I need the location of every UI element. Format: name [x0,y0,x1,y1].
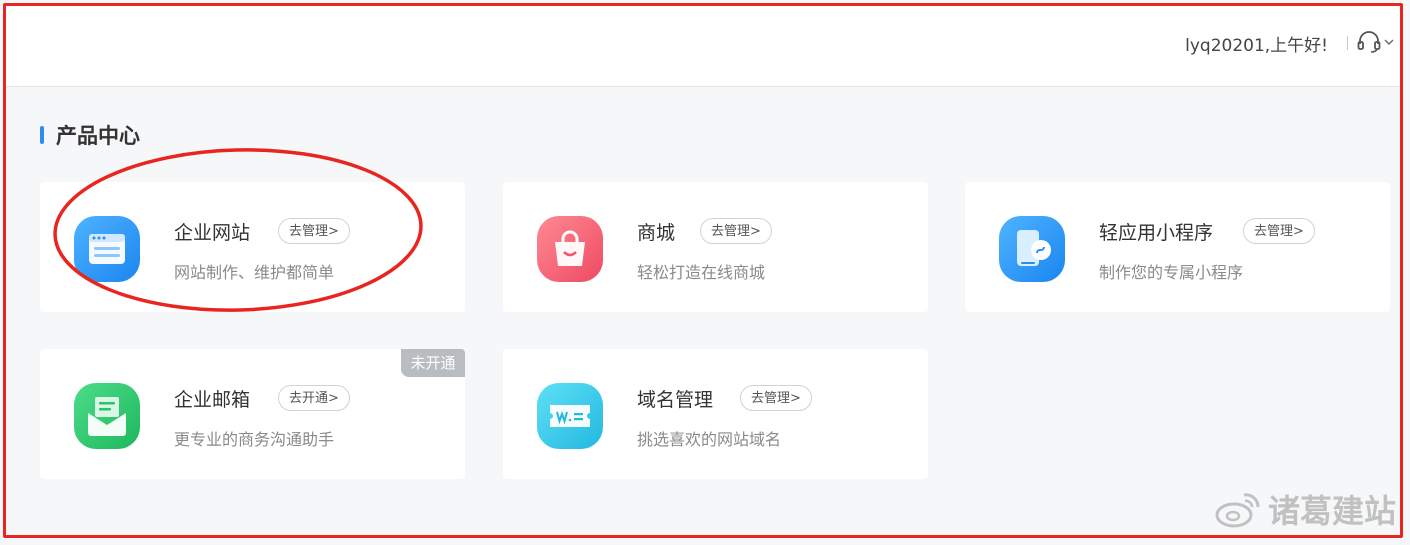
manage-button[interactable]: 去管理> [740,385,812,411]
user-greeting: lyq20201,上午好! [1185,36,1328,56]
shopping-bag-icon [537,216,603,282]
product-card-domain[interactable]: 域名管理 去管理> 挑选喜欢的网站域名 [503,349,928,479]
manage-button[interactable]: 去管理> [700,218,772,244]
product-desc: 更专业的商务沟通助手 [174,430,335,449]
status-badge: 未开通 [401,349,465,377]
watermark-text: 诸葛建站 [1267,492,1396,530]
support-menu[interactable] [1356,29,1394,55]
product-card-mail[interactable]: 企业邮箱 去开通> 更专业的商务沟通助手 未开通 [40,349,465,479]
product-name: 域名管理 [637,389,714,411]
product-card-mini-program[interactable]: 轻应用小程序 去管理> 制作您的专属小程序 [965,182,1390,312]
header-divider [1347,36,1348,50]
product-card-mall[interactable]: 商城 去管理> 轻松打造在线商城 [503,182,928,312]
product-name: 商城 [637,222,676,244]
product-desc: 轻松打造在线商城 [637,263,766,282]
headset-icon [1357,31,1381,53]
manage-button[interactable]: 去管理> [1243,218,1315,244]
product-desc: 挑选喜欢的网站域名 [637,430,782,449]
annotation-circle [53,148,423,312]
activate-button[interactable]: 去开通> [278,385,350,411]
mail-icon [74,383,140,449]
domain-icon [537,383,603,449]
weibo-icon [1215,493,1260,528]
chevron-down-icon [1384,39,1394,45]
title-accent-bar [40,126,44,144]
mini-program-icon [999,216,1065,282]
watermark: 诸葛建站 [1214,486,1396,532]
product-desc: 制作您的专属小程序 [1099,263,1244,282]
top-header: lyq20201,上午好! [6,6,1400,87]
product-name: 企业邮箱 [174,389,251,411]
product-name: 轻应用小程序 [1099,222,1214,244]
